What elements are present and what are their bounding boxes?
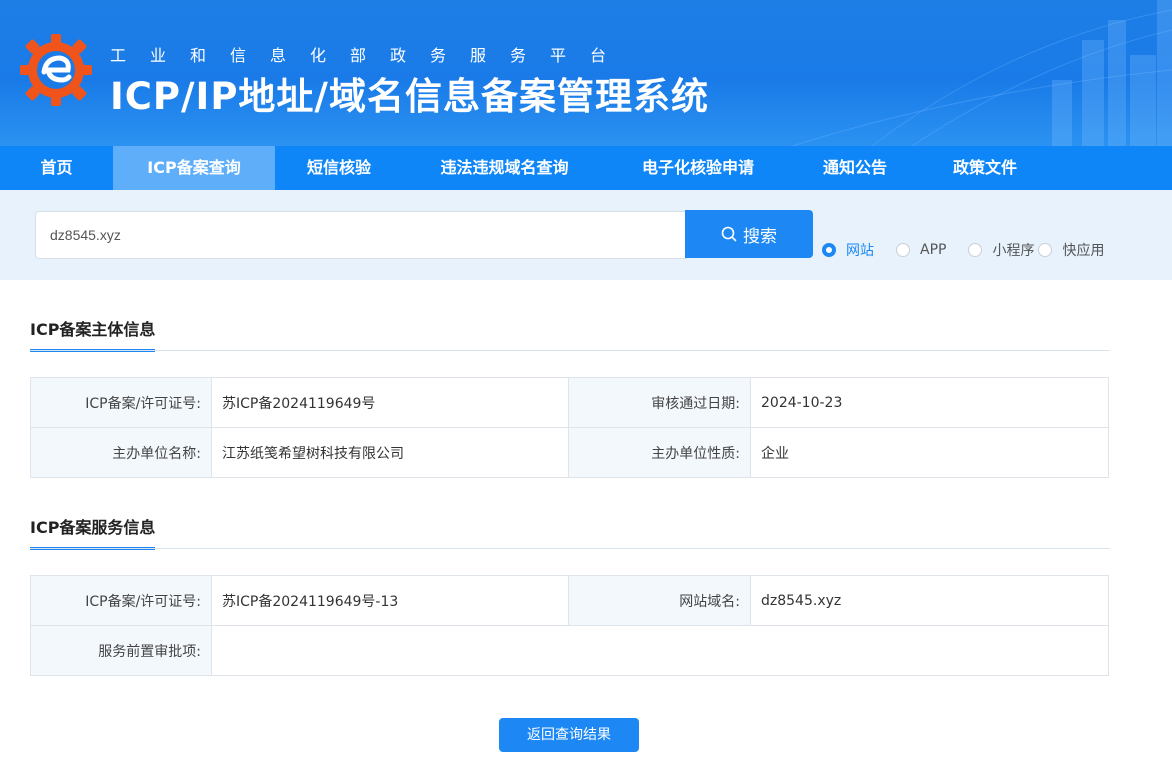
radio-website[interactable]: 网站: [822, 240, 874, 260]
site-logo-icon: [20, 34, 92, 106]
radio-app-label: APP: [920, 242, 947, 258]
search-button-label: 搜索: [743, 226, 777, 247]
table-row: ICP备案/许可证号: 苏ICP备2024119649号 审核通过日期: 202…: [30, 377, 1109, 428]
site-header: 工业和信息化部政务服务平台 ICP/IP地址/域名信息备案管理系统: [0, 0, 1172, 146]
org-name-value: 江苏纸笺希望树科技有限公司: [211, 427, 569, 478]
table-row: ICP备案/许可证号: 苏ICP备2024119649号-13 网站域名: dz…: [30, 575, 1109, 626]
main-nav: 首页 ICP备案查询 短信核验 违法违规域名查询 电子化核验申请 通知公告 政策…: [0, 146, 1172, 190]
search-input[interactable]: dz8545.xyz: [35, 211, 687, 259]
radio-dot: [822, 243, 836, 257]
license-label: ICP备案/许可证号:: [30, 377, 212, 428]
org-nature-value: 企业: [750, 427, 1109, 478]
service-info-table: ICP备案/许可证号: 苏ICP备2024119649号-13 网站域名: dz…: [30, 575, 1109, 676]
approval-date-value: 2024-10-23: [750, 377, 1109, 428]
service-section-title: ICP备案服务信息: [30, 514, 156, 550]
portal-subtitle: 工业和信息化部政务服务平台: [110, 46, 631, 65]
radio-dot: [968, 243, 983, 257]
subject-info-table: ICP备案/许可证号: 苏ICP备2024119649号 审核通过日期: 202…: [30, 377, 1109, 478]
nav-home[interactable]: 首页: [0, 146, 113, 190]
radio-mini-program[interactable]: 小程序: [968, 240, 1034, 260]
skyline-decoration: [791, 0, 1172, 146]
radio-quick-app[interactable]: 快应用: [1038, 240, 1104, 260]
nav-icp-query[interactable]: ICP备案查询: [113, 146, 275, 190]
search-icon: [721, 226, 737, 242]
nav-electronic-verify[interactable]: 电子化核验申请: [606, 146, 790, 190]
table-row: 服务前置审批项:: [30, 625, 1109, 676]
radio-dot: [896, 243, 910, 257]
radio-dot: [1038, 243, 1053, 257]
org-nature-label: 主办单位性质:: [568, 427, 751, 478]
system-title: ICP/IP地址/域名信息备案管理系统: [110, 75, 709, 118]
nav-illegal-domain-query[interactable]: 违法违规域名查询: [403, 146, 606, 190]
nav-sms-verify[interactable]: 短信核验: [275, 146, 403, 190]
pre-approval-label: 服务前置审批项:: [30, 625, 212, 676]
search-button[interactable]: 搜索: [685, 210, 813, 258]
search-panel: dz8545.xyz 搜索 网站 APP 小程序 快应用: [0, 190, 1172, 280]
back-to-results-button[interactable]: 返回查询结果: [499, 718, 639, 752]
radio-quick-app-label: 快应用: [1062, 243, 1105, 259]
section-divider: [30, 548, 1110, 549]
service-license-value: 苏ICP备2024119649号-13: [211, 575, 569, 626]
section-divider: [30, 350, 1110, 351]
org-name-label: 主办单位名称:: [30, 427, 212, 478]
nav-notices[interactable]: 通知公告: [790, 146, 920, 190]
radio-app[interactable]: APP: [896, 242, 946, 258]
domain-value: dz8545.xyz: [750, 575, 1109, 626]
radio-website-label: 网站: [846, 243, 874, 259]
radio-mini-program-label: 小程序: [992, 243, 1035, 259]
pre-approval-value: [211, 625, 1109, 676]
service-license-label: ICP备案/许可证号:: [30, 575, 212, 626]
search-type-group: 网站 APP 小程序 快应用: [822, 240, 1112, 260]
table-row: 主办单位名称: 江苏纸笺希望树科技有限公司 主办单位性质: 企业: [30, 427, 1109, 478]
license-value: 苏ICP备2024119649号: [211, 377, 569, 428]
nav-policy-docs[interactable]: 政策文件: [920, 146, 1050, 190]
subject-section-title: ICP备案主体信息: [30, 316, 156, 352]
domain-label: 网站域名:: [568, 575, 751, 626]
approval-date-label: 审核通过日期:: [568, 377, 751, 428]
